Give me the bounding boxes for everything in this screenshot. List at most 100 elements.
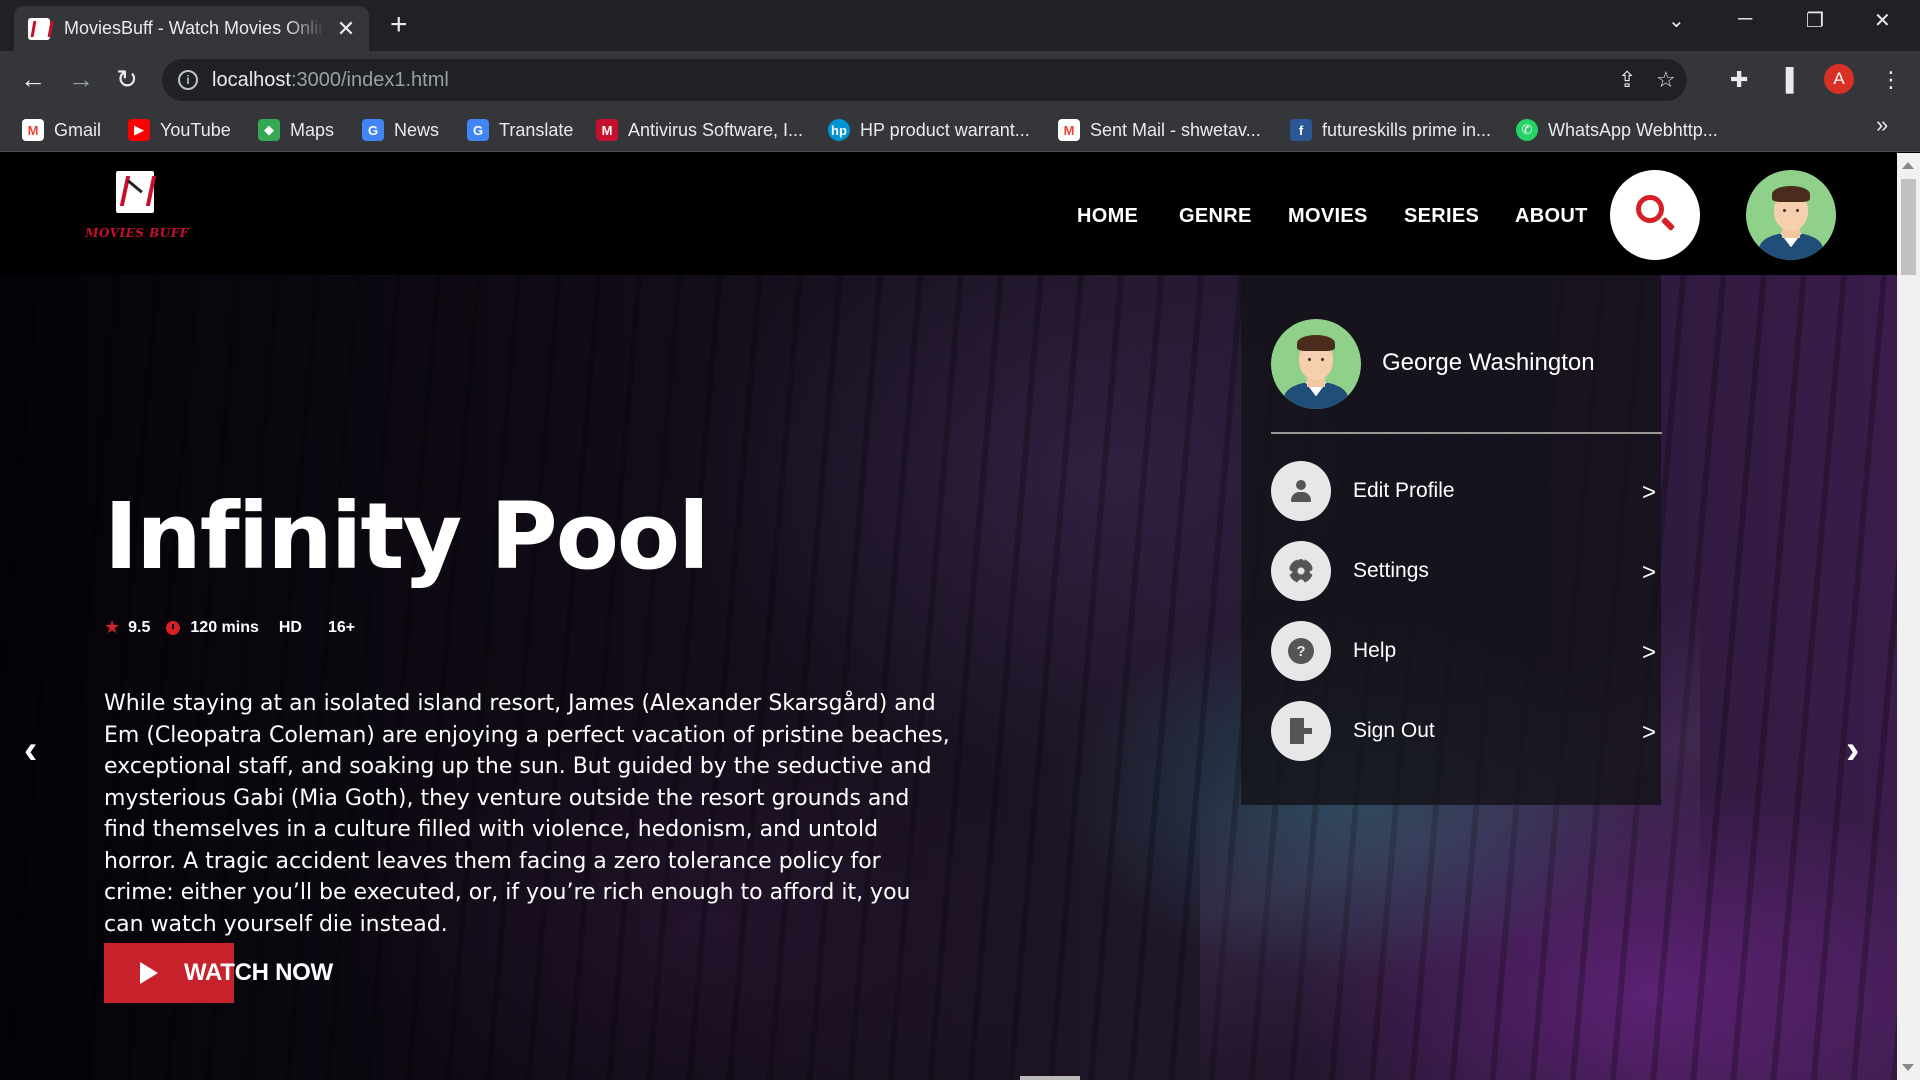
back-icon[interactable]: ← xyxy=(20,64,46,94)
profile-dropdown: George Washington Edit Profile > Setting… xyxy=(1241,275,1662,805)
nav-movies[interactable]: MOVIES xyxy=(1288,205,1368,228)
bookmark-maps[interactable]: ◆ Maps xyxy=(258,115,334,145)
chevron-right-icon: > xyxy=(1641,719,1656,746)
bookmark-label: Gmail xyxy=(54,119,102,140)
bookmark-label: Sent Mail - shwetav... xyxy=(1090,119,1261,140)
forward-icon[interactable]: → xyxy=(68,64,94,94)
avatar-hair xyxy=(1772,186,1810,203)
edit-profile-icon-circle xyxy=(1271,461,1331,521)
mcafee-icon: M xyxy=(596,119,618,141)
watch-now-button[interactable]: WATCH NOW xyxy=(104,943,333,1003)
gmail-icon: M xyxy=(22,119,44,141)
menu-item-label: Settings xyxy=(1353,559,1429,582)
url-path: :3000/index1.html xyxy=(290,68,449,91)
logo-text: MOVIES BUFF xyxy=(85,226,189,240)
tab-search-icon[interactable]: ⌄ xyxy=(1668,8,1685,33)
bookmark-star-icon[interactable]: ☆ xyxy=(1656,67,1676,93)
news-icon: G xyxy=(362,119,384,141)
sign-out-icon-circle xyxy=(1271,701,1331,761)
site-info-icon[interactable]: i xyxy=(178,70,198,90)
menu-item-settings[interactable]: Settings > xyxy=(1271,541,1662,601)
previous-slide-icon[interactable]: ‹ xyxy=(24,730,37,770)
site-logo[interactable]: MOVIES BUFF xyxy=(82,171,192,241)
tab-close-icon[interactable]: ✕ xyxy=(335,16,357,42)
address-bar[interactable]: i localhost:3000/index1.html ⇪ ☆ xyxy=(162,59,1687,101)
maps-icon: ◆ xyxy=(258,119,280,141)
chevron-right-icon: > xyxy=(1641,479,1656,506)
dropdown-avatar xyxy=(1271,319,1361,409)
bookmark-label: HP product warrant... xyxy=(860,119,1030,140)
menu-item-label: Sign Out xyxy=(1353,719,1435,742)
horizontal-scroll-indicator xyxy=(1020,1076,1080,1080)
browser-toolbar: ← → ↻ i localhost:3000/index1.html ⇪ ☆ ✚… xyxy=(0,51,1920,109)
hero-title: Infinity Pool xyxy=(104,483,710,590)
share-icon[interactable]: ⇪ xyxy=(1618,67,1636,93)
bookmark-translate[interactable]: G Translate xyxy=(467,115,573,145)
bookmarks-bar: M Gmail ▶ YouTube ◆ Maps G News G Translate M… xyxy=(0,109,1920,152)
new-tab-icon[interactable]: + xyxy=(390,10,408,40)
site-favicon-icon xyxy=(28,17,50,40)
bookmark-whatsapp[interactable]: ✆ WhatsApp Webhttp... xyxy=(1516,115,1718,145)
nav-about[interactable]: ABOUT xyxy=(1515,205,1588,228)
translate-icon: G xyxy=(467,119,489,141)
chevron-right-icon: > xyxy=(1641,559,1656,586)
vertical-scrollbar[interactable] xyxy=(1897,153,1920,1080)
bookmark-label: YouTube xyxy=(160,119,231,140)
extensions-icon[interactable]: ✚ xyxy=(1730,67,1748,93)
hero-meta: ★ 9.5 120 mins HD 16+ xyxy=(104,617,355,638)
bookmark-antivirus[interactable]: M Antivirus Software, I... xyxy=(596,115,803,145)
youtube-icon: ▶ xyxy=(128,119,150,141)
scroll-down-icon[interactable] xyxy=(1902,1064,1914,1071)
page-content: MOVIES BUFF HOME GENRE MOVIES SERIES ABO… xyxy=(0,153,1897,1080)
menu-item-help[interactable]: ? Help > xyxy=(1271,621,1662,681)
clock-icon xyxy=(166,620,181,635)
bookmark-label: futureskills prime in... xyxy=(1322,119,1492,140)
bookmark-futureskills[interactable]: f futureskills prime in... xyxy=(1290,115,1491,145)
menu-item-sign-out[interactable]: Sign Out > xyxy=(1271,701,1662,761)
bookmark-label: Translate xyxy=(499,119,574,140)
menu-item-edit-profile[interactable]: Edit Profile > xyxy=(1271,461,1662,521)
side-panel-icon[interactable]: ▐ xyxy=(1778,67,1794,93)
settings-icon-circle xyxy=(1271,541,1331,601)
nav-series[interactable]: SERIES xyxy=(1404,205,1479,228)
bookmark-sent-mail[interactable]: M Sent Mail - shwetav... xyxy=(1058,115,1261,145)
dropdown-divider xyxy=(1271,432,1662,434)
reload-icon[interactable]: ↻ xyxy=(116,64,138,94)
help-icon-circle: ? xyxy=(1271,621,1331,681)
gmail-icon: M xyxy=(1058,119,1080,141)
restore-icon[interactable]: ❐ xyxy=(1806,8,1824,33)
bookmark-gmail[interactable]: M Gmail xyxy=(22,115,101,145)
age-rating: 16+ xyxy=(327,618,356,636)
hero-description: While staying at an isolated island reso… xyxy=(104,691,950,937)
rating-value: 9.5 xyxy=(128,618,151,636)
browser-tab[interactable]: MoviesBuff - Watch Movies Online ✕ xyxy=(14,6,369,51)
browser-profile-avatar[interactable]: A xyxy=(1824,64,1854,94)
bookmark-label: WhatsApp Webhttp... xyxy=(1548,119,1718,140)
hp-icon: hp xyxy=(828,119,850,141)
bookmark-label: News xyxy=(394,119,440,140)
bookmark-hp[interactable]: hp HP product warrant... xyxy=(828,115,1030,145)
scroll-up-icon[interactable] xyxy=(1902,162,1914,169)
chevron-right-icon: > xyxy=(1641,639,1656,666)
watch-now-label: WATCH NOW xyxy=(184,959,333,986)
window-close-icon[interactable]: ✕ xyxy=(1874,8,1891,33)
bookmark-news[interactable]: G News xyxy=(362,115,439,145)
browser-menu-icon[interactable]: ⋮ xyxy=(1880,67,1902,93)
next-slide-icon[interactable]: › xyxy=(1846,730,1859,770)
futureskills-icon: f xyxy=(1290,119,1312,141)
minimize-icon[interactable]: ─ xyxy=(1738,8,1752,31)
profile-avatar-button[interactable] xyxy=(1746,170,1836,260)
scrollbar-thumb[interactable] xyxy=(1901,179,1916,275)
duration-value: 120 mins xyxy=(190,618,259,636)
menu-item-label: Help xyxy=(1353,639,1397,662)
tab-title: MoviesBuff - Watch Movies Online xyxy=(64,18,325,38)
search-button[interactable] xyxy=(1610,170,1700,260)
bookmark-youtube[interactable]: ▶ YouTube xyxy=(128,115,231,145)
nav-genre[interactable]: GENRE xyxy=(1179,205,1252,228)
bookmarks-overflow-icon[interactable]: » xyxy=(1876,112,1888,138)
logo-mark-icon xyxy=(116,171,154,213)
user-icon xyxy=(1290,480,1312,502)
star-icon: ★ xyxy=(104,617,121,637)
user-name: George Washington xyxy=(1382,349,1595,376)
nav-home[interactable]: HOME xyxy=(1077,205,1138,228)
